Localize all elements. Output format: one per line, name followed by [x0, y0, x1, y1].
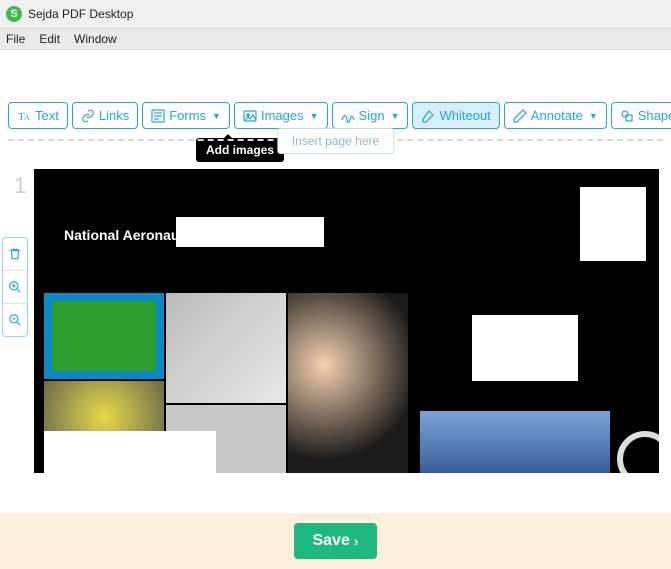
- save-label: Save: [312, 532, 349, 550]
- menu-window[interactable]: Window: [74, 32, 117, 46]
- save-button[interactable]: Save ›: [294, 523, 376, 559]
- page-number: 1: [14, 173, 26, 199]
- page-separator: Insert page here: [8, 139, 663, 141]
- app-icon: S: [6, 6, 22, 22]
- tool-text[interactable]: TA Text: [8, 102, 68, 129]
- framed-image[interactable]: [44, 293, 164, 379]
- circle-shape[interactable]: [617, 431, 659, 473]
- sign-icon: [341, 109, 355, 123]
- tool-annotate[interactable]: Annotate ▼: [504, 102, 607, 129]
- collage-image[interactable]: [288, 293, 408, 473]
- tool-sign[interactable]: Sign ▼: [332, 102, 409, 129]
- link-icon: [81, 109, 95, 123]
- caret-icon: ▼: [589, 111, 598, 121]
- form-icon: [151, 109, 165, 123]
- image-icon: [243, 109, 257, 123]
- pdf-page[interactable]: National Aeronautics: [34, 169, 659, 473]
- chevron-right-icon: ›: [354, 533, 359, 549]
- text-icon: TA: [17, 109, 31, 123]
- tooltip-add-images: Add images: [196, 138, 284, 162]
- side-tools: [2, 237, 28, 337]
- caret-icon: ▼: [310, 111, 319, 121]
- delete-page-button[interactable]: [3, 238, 27, 270]
- tool-sign-label: Sign: [359, 108, 385, 123]
- collage-image[interactable]: [166, 293, 286, 403]
- titlebar: S Sejda PDF Desktop: [0, 0, 671, 28]
- menubar: File Edit Window: [0, 28, 671, 50]
- whiteout-rect[interactable]: [472, 315, 578, 381]
- tool-links-label: Links: [99, 108, 129, 123]
- whiteout-rect[interactable]: [580, 187, 646, 261]
- tool-whiteout[interactable]: Whiteout: [412, 102, 499, 129]
- tool-links[interactable]: Links: [72, 102, 138, 129]
- shapes-icon: [620, 109, 634, 123]
- tool-annotate-label: Annotate: [531, 108, 583, 123]
- whiteout-rect[interactable]: [176, 217, 324, 247]
- menu-file[interactable]: File: [6, 32, 25, 46]
- svg-text:A: A: [24, 113, 30, 122]
- zoom-out-button[interactable]: [3, 304, 27, 336]
- tool-text-label: Text: [35, 108, 59, 123]
- caret-icon: ▼: [212, 111, 221, 121]
- tool-shapes-label: Shapes: [638, 108, 671, 123]
- tool-shapes[interactable]: Shapes ▼: [611, 102, 671, 129]
- pencil-icon: [513, 109, 527, 123]
- eraser-icon: [421, 109, 435, 123]
- tool-forms-label: Forms: [169, 108, 206, 123]
- app-title: Sejda PDF Desktop: [28, 7, 133, 21]
- menu-edit[interactable]: Edit: [39, 32, 60, 46]
- caret-icon: ▼: [391, 111, 400, 121]
- workspace: 1 National Aeronautics: [0, 169, 671, 473]
- header-spacer: [0, 50, 671, 98]
- tool-images[interactable]: Images ▼: [234, 102, 328, 129]
- tool-images-label: Images: [261, 108, 304, 123]
- zoom-in-button[interactable]: [3, 271, 27, 303]
- whiteout-rect[interactable]: [44, 431, 216, 473]
- save-bar: Save ›: [0, 513, 671, 569]
- tool-whiteout-label: Whiteout: [439, 108, 490, 123]
- tool-forms[interactable]: Forms ▼: [142, 102, 230, 129]
- collage-image[interactable]: [420, 411, 610, 473]
- insert-page-button[interactable]: Insert page here: [277, 128, 394, 154]
